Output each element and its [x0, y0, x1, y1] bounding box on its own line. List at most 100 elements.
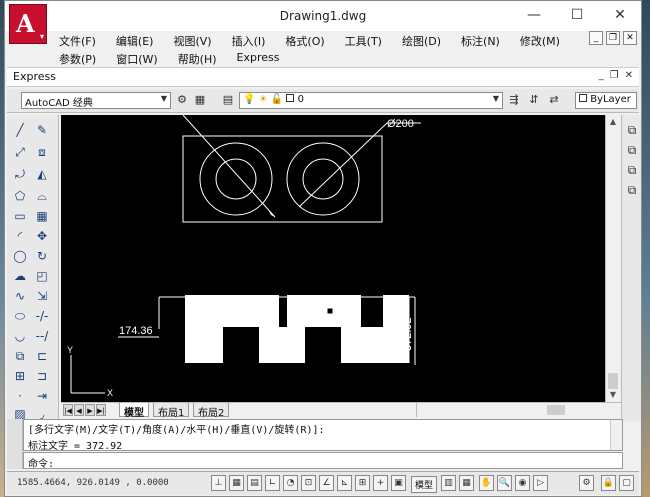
vertical-scrollbar[interactable]: ▲ ▼: [605, 115, 619, 402]
document-minimize-button[interactable]: _: [589, 31, 603, 45]
horizontal-scrollbar[interactable]: [416, 403, 621, 417]
move-icon[interactable]: ✥: [33, 227, 51, 245]
showmotion-icon[interactable]: ▷: [533, 475, 548, 491]
make-block-icon[interactable]: ⊞: [11, 367, 29, 385]
menu-help[interactable]: 帮助(H): [168, 49, 227, 67]
rotate-icon[interactable]: ↻: [33, 247, 51, 265]
object-snap-icon[interactable]: ⊡: [301, 475, 316, 491]
menu-modify[interactable]: 修改(M): [510, 31, 570, 49]
minimize-button[interactable]: —: [513, 1, 555, 29]
send-under-icon[interactable]: ⧉: [623, 181, 641, 199]
zoom-icon[interactable]: 🔍: [497, 475, 512, 491]
workspace-select[interactable]: AutoCAD 经典 ▼: [21, 92, 171, 109]
tab-layout1[interactable]: 布局1: [153, 403, 190, 419]
layer-previous-icon[interactable]: ⇄: [547, 93, 561, 107]
grid-display-icon[interactable]: ▤: [247, 475, 262, 491]
erase-icon[interactable]: ✎: [33, 121, 51, 139]
chamfer-icon[interactable]: ⇥: [33, 387, 51, 405]
menu-express[interactable]: Express: [227, 49, 290, 67]
layer-select[interactable]: 💡 ☀ 🔓 0 ▼: [239, 92, 503, 109]
tab-first-icon[interactable]: |◀: [63, 404, 73, 416]
menu-view[interactable]: 视图(V): [163, 31, 221, 49]
tab-next-icon[interactable]: ▶: [85, 404, 95, 416]
dynamic-ucs-icon[interactable]: ⊾: [337, 475, 352, 491]
polar-tracking-icon[interactable]: ◔: [283, 475, 298, 491]
polyline-icon[interactable]: ⤾: [11, 165, 29, 183]
tab-model[interactable]: 模型: [119, 403, 149, 419]
bring-to-front-icon[interactable]: ⧉: [623, 121, 641, 139]
document-restore-button[interactable]: ❐: [606, 31, 620, 45]
object-snap-tracking-icon[interactable]: ∠: [319, 475, 334, 491]
quick-view-layouts-icon[interactable]: ▥: [441, 475, 456, 491]
mirror-icon[interactable]: ◭: [33, 165, 51, 183]
application-menu-button[interactable]: A ▾: [9, 4, 47, 44]
menu-dimension[interactable]: 标注(N): [451, 31, 510, 49]
express-restore-icon[interactable]: ❐: [610, 70, 619, 81]
pan-icon[interactable]: ✋: [479, 475, 494, 491]
copy-icon[interactable]: ⧈: [33, 143, 51, 161]
infer-constraints-icon[interactable]: ⊥: [211, 475, 226, 491]
break-icon[interactable]: ⊏: [33, 347, 51, 365]
menu-edit[interactable]: 编辑(E): [106, 31, 164, 49]
circle-icon[interactable]: ◯: [11, 247, 29, 265]
workspace-switch-icon[interactable]: ⚙: [579, 475, 594, 491]
layer-match-icon[interactable]: ⇵: [527, 93, 541, 107]
revision-cloud-icon[interactable]: ☁: [11, 267, 29, 285]
send-to-back-icon[interactable]: ⧉: [623, 141, 641, 159]
rectangle-icon[interactable]: ▭: [11, 207, 29, 225]
toolbar-lock-icon[interactable]: 🔒: [601, 475, 616, 491]
ellipse-icon[interactable]: ⬭: [11, 307, 29, 325]
bring-above-icon[interactable]: ⧉: [623, 161, 641, 179]
extend-icon[interactable]: --/: [33, 327, 51, 345]
color-select[interactable]: ByLayer: [575, 92, 637, 109]
menu-file[interactable]: 文件(F): [49, 31, 106, 49]
close-button[interactable]: ✕: [599, 1, 641, 29]
horizontal-scroll-thumb[interactable]: [547, 405, 565, 415]
document-close-button[interactable]: ✕: [623, 31, 637, 45]
vertical-scroll-thumb[interactable]: [608, 373, 618, 389]
menu-tools[interactable]: 工具(T): [335, 31, 392, 49]
drawing-canvas[interactable]: Ø200 174.36 372.92 Y X: [61, 115, 606, 402]
snap-mode-icon[interactable]: ▦: [229, 475, 244, 491]
clean-screen-icon[interactable]: ▢: [619, 475, 634, 491]
offset-icon[interactable]: ⌓: [33, 187, 51, 205]
line-icon[interactable]: ╱: [11, 121, 29, 139]
trim-icon[interactable]: -/-: [33, 307, 51, 325]
express-close-icon[interactable]: ✕: [625, 70, 633, 81]
lineweight-icon[interactable]: +: [373, 475, 388, 491]
steering-wheel-icon[interactable]: ◉: [515, 475, 530, 491]
menu-draw[interactable]: 绘图(D): [392, 31, 451, 49]
menu-window[interactable]: 窗口(W): [106, 49, 167, 67]
quick-properties-icon[interactable]: ▣: [391, 475, 406, 491]
layer-properties-icon[interactable]: ▤: [221, 93, 235, 107]
tab-last-icon[interactable]: ▶|: [96, 404, 106, 416]
gear-icon[interactable]: ⚙: [175, 93, 189, 107]
command-window-handle[interactable]: [7, 419, 23, 469]
tab-prev-icon[interactable]: ◀: [74, 404, 84, 416]
command-history-scrollbar[interactable]: [610, 420, 622, 450]
construction-line-icon[interactable]: ⤢: [11, 143, 29, 161]
ortho-mode-icon[interactable]: ∟: [265, 475, 280, 491]
scroll-up-icon[interactable]: ▲: [606, 115, 620, 129]
tab-layout2[interactable]: 布局2: [193, 403, 230, 419]
maximize-button[interactable]: ☐: [556, 1, 598, 29]
quick-view-drawings-icon[interactable]: ▦: [459, 475, 474, 491]
join-icon[interactable]: ⊐: [33, 367, 51, 385]
workspace-settings-icon[interactable]: ▦: [193, 93, 207, 107]
ellipse-arc-icon[interactable]: ◡: [11, 327, 29, 345]
menu-parameters[interactable]: 参数(P): [49, 49, 106, 67]
scale-icon[interactable]: ◰: [33, 267, 51, 285]
scroll-down-icon[interactable]: ▼: [606, 388, 620, 402]
arc-icon[interactable]: ◜: [11, 227, 29, 245]
menu-insert[interactable]: 插入(I): [222, 31, 276, 49]
point-icon[interactable]: ·: [11, 387, 29, 405]
dynamic-input-icon[interactable]: ⊞: [355, 475, 370, 491]
array-icon[interactable]: ▦: [33, 207, 51, 225]
express-minimize-icon[interactable]: _: [599, 70, 604, 81]
stretch-icon[interactable]: ⇲: [33, 287, 51, 305]
layer-state-icon[interactable]: ⇶: [507, 93, 521, 107]
command-input[interactable]: 命令:: [23, 452, 623, 470]
model-space-button[interactable]: 模型: [411, 476, 438, 493]
insert-block-icon[interactable]: ⧉: [11, 347, 29, 365]
spline-icon[interactable]: ∿: [11, 287, 29, 305]
